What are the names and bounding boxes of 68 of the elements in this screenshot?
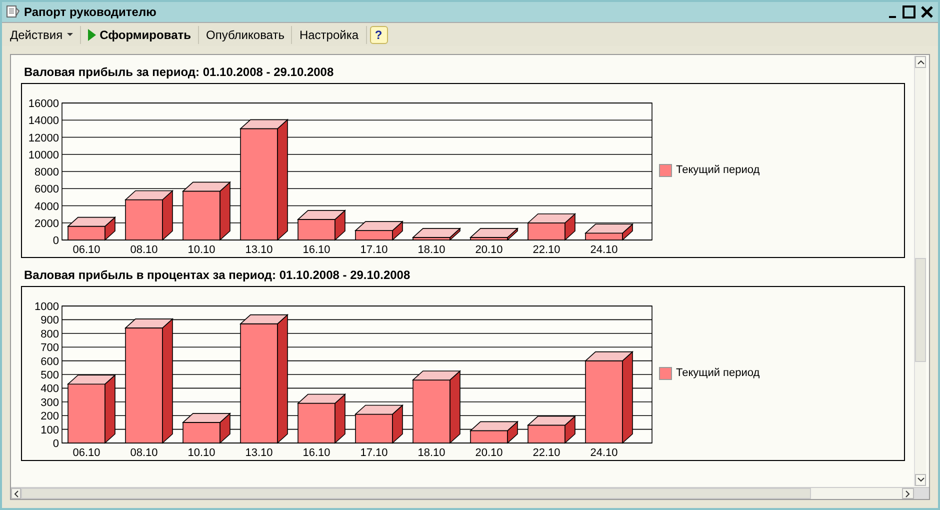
axis-label: 16.10 xyxy=(302,447,330,459)
window-title: Рапорт руководителю xyxy=(24,4,156,21)
axis-label: 22.10 xyxy=(532,244,560,256)
tick-label: 1000 xyxy=(34,301,59,313)
axis-label: 18.10 xyxy=(418,244,446,256)
left-chevron-icon xyxy=(13,490,19,498)
axis-label: 17.10 xyxy=(360,447,388,459)
tick-label: 300 xyxy=(40,396,59,409)
scroll-down-button[interactable] xyxy=(915,474,926,486)
tick-label: 400 xyxy=(40,383,59,396)
legend-label: Текущий период xyxy=(676,163,760,178)
generate-button[interactable]: Сформировать xyxy=(84,24,195,44)
play-icon xyxy=(88,28,96,40)
axis-label: 17.10 xyxy=(360,244,388,256)
axis-label: 24.10 xyxy=(590,244,618,256)
tick-label: 10000 xyxy=(28,149,59,162)
axis-label: 08.10 xyxy=(130,244,158,256)
scroll-thumb[interactable] xyxy=(915,258,926,362)
scroll-thumb[interactable] xyxy=(21,488,811,499)
size-grip[interactable] xyxy=(914,488,929,499)
help-button[interactable]: ? xyxy=(370,26,388,44)
maximize-icon[interactable] xyxy=(902,5,916,19)
chart-title: Валовая прибыль за период: 01.10.2008 - 29.10.2008 xyxy=(23,64,335,81)
tick-label: 0 xyxy=(52,235,59,247)
legend-label: Текущий период xyxy=(676,366,760,382)
document-icon xyxy=(6,5,20,19)
tick-label: 14000 xyxy=(28,115,59,128)
vertical-scrollbar[interactable] xyxy=(914,56,926,486)
tick-label: 0 xyxy=(52,438,59,450)
tick-label: 8000 xyxy=(34,166,59,178)
chart-title: Валовая прибыль в процентах за период: 01.10.2008 - 29.10.2008 xyxy=(23,267,412,284)
tick-label: 100 xyxy=(40,424,59,436)
tick-label: 6000 xyxy=(34,184,59,196)
up-chevron-icon xyxy=(916,59,924,65)
tick-label: 12000 xyxy=(28,132,59,144)
axis-label: 16.10 xyxy=(302,244,330,256)
scroll-right-button[interactable] xyxy=(902,488,914,499)
tick-label: 500 xyxy=(40,370,59,382)
right-chevron-icon xyxy=(905,490,911,498)
down-chevron-icon xyxy=(916,477,924,483)
horizontal-scrollbar[interactable] xyxy=(11,487,929,499)
axis-label: 18.10 xyxy=(418,447,446,459)
close-icon[interactable] xyxy=(920,5,934,19)
actions-menu[interactable]: Действия xyxy=(6,24,77,44)
tick-label: 16000 xyxy=(28,98,59,110)
axis-label: 06.10 xyxy=(72,447,100,459)
axis-label: 22.10 xyxy=(532,447,560,459)
tick-label: 800 xyxy=(40,328,59,340)
axis-label: 10.10 xyxy=(188,447,216,459)
axis-label: 06.10 xyxy=(72,244,100,256)
axis-label: 24.10 xyxy=(590,447,618,459)
axis-label: 10.10 xyxy=(188,244,216,256)
tick-label: 900 xyxy=(40,314,59,327)
axis-label: 20.10 xyxy=(475,447,503,459)
scroll-up-button[interactable] xyxy=(915,56,926,68)
toolbar-button[interactable]: Настройка xyxy=(295,24,363,44)
axis-label: 08.10 xyxy=(130,447,158,459)
tick-label: 4000 xyxy=(34,200,59,213)
scroll-left-button[interactable] xyxy=(11,488,21,499)
tick-label: 600 xyxy=(40,356,59,368)
tick-label: 700 xyxy=(40,342,59,354)
axis-label: 13.10 xyxy=(245,244,273,256)
tick-label: 2000 xyxy=(34,218,59,230)
toolbar-button[interactable]: Опубликовать xyxy=(202,24,288,44)
dropdown-arrow-icon xyxy=(66,32,73,36)
tick-label: 200 xyxy=(40,410,59,423)
axis-label: 20.10 xyxy=(475,244,503,256)
axis-label: 13.10 xyxy=(245,447,273,459)
